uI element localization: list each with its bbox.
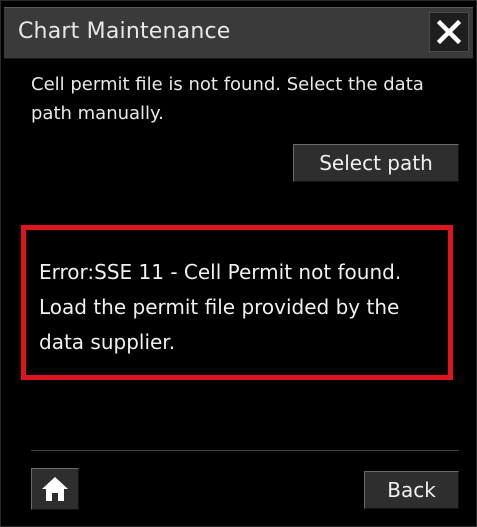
select-path-button[interactable]: Select path [293, 144, 459, 182]
close-icon [436, 19, 462, 45]
info-message: Cell permit file is not found. Select th… [31, 74, 424, 124]
back-button[interactable]: Back [364, 471, 459, 509]
error-highlight-box: Error:SSE 11 - Cell Permit not found. Lo… [21, 225, 453, 380]
home-button[interactable] [31, 468, 79, 510]
error-message: Error:SSE 11 - Cell Permit not found. Lo… [39, 260, 402, 354]
chart-maintenance-dialog: Chart Maintenance Cell permit file is no… [0, 0, 477, 527]
dialog-title: Chart Maintenance [18, 19, 231, 44]
title-bar: Chart Maintenance [4, 7, 473, 59]
home-icon [42, 477, 68, 501]
footer-divider [31, 450, 459, 451]
close-button[interactable] [429, 12, 469, 52]
